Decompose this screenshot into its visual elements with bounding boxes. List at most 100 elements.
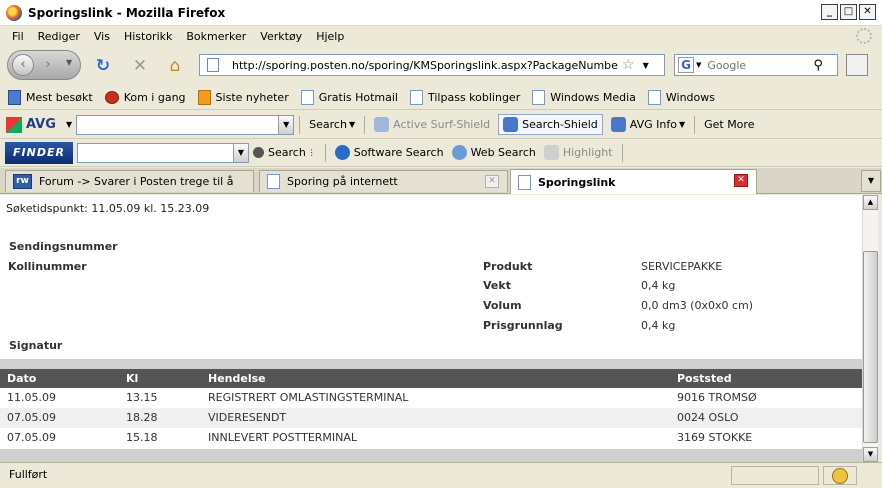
url-dropdown-icon[interactable]: ▼ [643, 61, 649, 70]
restore-window-icon[interactable] [846, 54, 868, 76]
google-icon[interactable]: G [678, 57, 694, 73]
produkt-label: Produkt [483, 260, 533, 273]
tab-forum[interactable]: rw Forum -> Svarer i Posten trege til å … [5, 170, 254, 192]
close-tab-icon[interactable]: ✕ [734, 174, 748, 187]
bookmark-gratis-hotmail[interactable]: Gratis Hotmail [300, 90, 398, 105]
avg-logo[interactable]: AVG [6, 115, 64, 135]
bookmark-kom-i-gang[interactable]: Kom i gang [104, 91, 186, 104]
minimize-button[interactable]: _ [821, 4, 838, 20]
url-bar[interactable]: ☆ ▼ [199, 54, 665, 76]
firefox-start-icon [104, 91, 119, 104]
page-icon [647, 90, 661, 105]
scroll-up-button[interactable]: ▲ [863, 195, 878, 210]
finder-logo[interactable]: FINDER [5, 141, 73, 164]
tab-sporing-pa-internett[interactable]: Sporing på internett ✕ [259, 170, 508, 192]
finder-toolbar: FINDER ▼ Search ⋮ Software Search Web Sea… [0, 139, 882, 167]
kollinummer-label: Kollinummer [8, 260, 87, 273]
prisgrunnlag-label: Prisgrunnlag [483, 319, 563, 332]
bookmark-siste-nyheter[interactable]: Siste nyheter [197, 90, 289, 105]
scrollbar-thumb[interactable] [863, 251, 878, 443]
column-header-kl: Kl [126, 372, 139, 385]
toolbar-divider [324, 143, 326, 162]
close-button[interactable]: ✕ [859, 4, 876, 20]
search-timestamp: Søketidspunkt: 11.05.09 kl. 15.23.09 [6, 202, 210, 215]
rss-icon [197, 90, 211, 105]
back-button[interactable]: ‹ [12, 54, 34, 76]
chevron-down-icon: ▼ [348, 120, 356, 129]
avg-search-field[interactable]: ▼ [76, 114, 295, 135]
page-icon [518, 174, 531, 190]
forward-button[interactable]: › [37, 55, 59, 75]
search-engine-dropdown-icon[interactable]: ▼ [696, 61, 701, 69]
column-header-hendelse: Hendelse [208, 372, 266, 385]
column-header-poststed: Poststed [677, 372, 732, 385]
firefox-icon [6, 4, 22, 21]
chevron-down-icon[interactable]: ▼ [278, 115, 294, 134]
url-input[interactable] [232, 58, 618, 72]
search-shield-button[interactable]: Search-Shield [498, 114, 603, 135]
bookmark-windows-media[interactable]: Windows Media [532, 90, 636, 105]
sendingsnummer-label: Sendingsnummer [9, 240, 118, 253]
window-title: Sporingslink - Mozilla Firefox [28, 5, 226, 20]
software-search-button[interactable]: Software Search [334, 145, 444, 160]
finder-search-field[interactable]: ▼ [77, 142, 249, 163]
globe-icon [451, 145, 467, 160]
tab-sporingslink[interactable]: Sporingslink ✕ [510, 169, 757, 194]
chevron-down-icon[interactable]: ▼ [233, 143, 248, 162]
search-box[interactable]: G ▼ ⚲ [674, 54, 838, 76]
software-icon [334, 145, 350, 160]
toolbar-divider [694, 115, 696, 134]
back-forward-group: ‹ › ▼ [7, 50, 81, 80]
title-bar: Sporingslink - Mozilla Firefox _ □ ✕ [0, 0, 882, 26]
web-search-button[interactable]: Web Search [451, 145, 536, 160]
toolbar-divider [621, 143, 623, 162]
throbber-icon [856, 28, 872, 44]
get-more-button[interactable]: Get More [704, 118, 754, 131]
bookmark-tilpass-koblinger[interactable]: Tilpass koblinger [410, 90, 520, 105]
table-row: 11.05.09 13.15 REGISTRERT OMLASTINGSTERM… [7, 391, 757, 404]
prisgrunnlag-value: 0,4 kg [641, 319, 676, 332]
menu-verktoy[interactable]: Verktøy [260, 30, 302, 43]
bookmark-mest-besokt[interactable]: Mest besøkt [8, 90, 93, 105]
bookmark-windows[interactable]: Windows [647, 90, 715, 105]
avg-menu-dropdown-icon[interactable]: ▼ [66, 120, 72, 129]
menu-rediger[interactable]: Rediger [38, 30, 80, 43]
menu-fil[interactable]: Fil [12, 30, 24, 43]
close-tab-icon[interactable]: ✕ [485, 175, 499, 188]
avg-search-button[interactable]: Search ▼ [309, 118, 355, 131]
page-icon [207, 58, 219, 72]
menu-vis[interactable]: Vis [94, 30, 110, 43]
produkt-value: SERVICEPAKKE [641, 260, 723, 273]
search-input[interactable] [707, 58, 812, 72]
maximize-button[interactable]: □ [840, 4, 857, 20]
vekt-value: 0,4 kg [641, 279, 676, 292]
avg-logo-icon [6, 116, 22, 133]
smiley-addon-icon[interactable] [832, 468, 848, 484]
menu-hjelp[interactable]: Hjelp [316, 30, 344, 43]
toolbar-divider [299, 115, 301, 134]
bookmark-star-icon[interactable]: ☆ [622, 57, 635, 73]
menu-bokmerker[interactable]: Bokmerker [186, 30, 246, 43]
avg-toolbar: AVG ▼ ▼ Search ▼ Active Surf-Shield Searc… [0, 111, 882, 139]
avg-info-button[interactable]: AVG Info ▼ [610, 117, 685, 132]
active-surf-shield-button[interactable]: Active Surf-Shield [374, 117, 490, 132]
reload-icon[interactable]: ↻ [93, 56, 113, 76]
list-all-tabs-button[interactable]: ▼ [861, 170, 881, 192]
highlight-button[interactable]: Highlight [543, 145, 613, 160]
tab-bar: rw Forum -> Svarer i Posten trege til å … [0, 168, 882, 194]
volum-label: Volum [483, 299, 522, 312]
table-row: 07.05.09 18.28 VIDERESENDT 0024 OSLO [0, 408, 862, 428]
search-icon[interactable]: ⚲ [813, 58, 823, 73]
menu-historikk[interactable]: Historikk [124, 30, 172, 43]
stop-icon[interactable]: ✕ [130, 56, 150, 76]
signatur-label: Signatur [9, 339, 63, 352]
home-icon[interactable]: ⌂ [165, 56, 185, 76]
history-dropdown-icon[interactable]: ▼ [66, 58, 72, 67]
forum-site-icon: rw [13, 174, 32, 189]
highlighter-icon [543, 145, 559, 160]
status-text: Fullført [9, 468, 48, 481]
page-icon [267, 174, 280, 189]
vertical-scrollbar[interactable]: ▲ ▼ [862, 195, 878, 462]
scroll-down-button[interactable]: ▼ [863, 447, 878, 462]
finder-search-button[interactable]: Search ⋮ [253, 146, 316, 159]
